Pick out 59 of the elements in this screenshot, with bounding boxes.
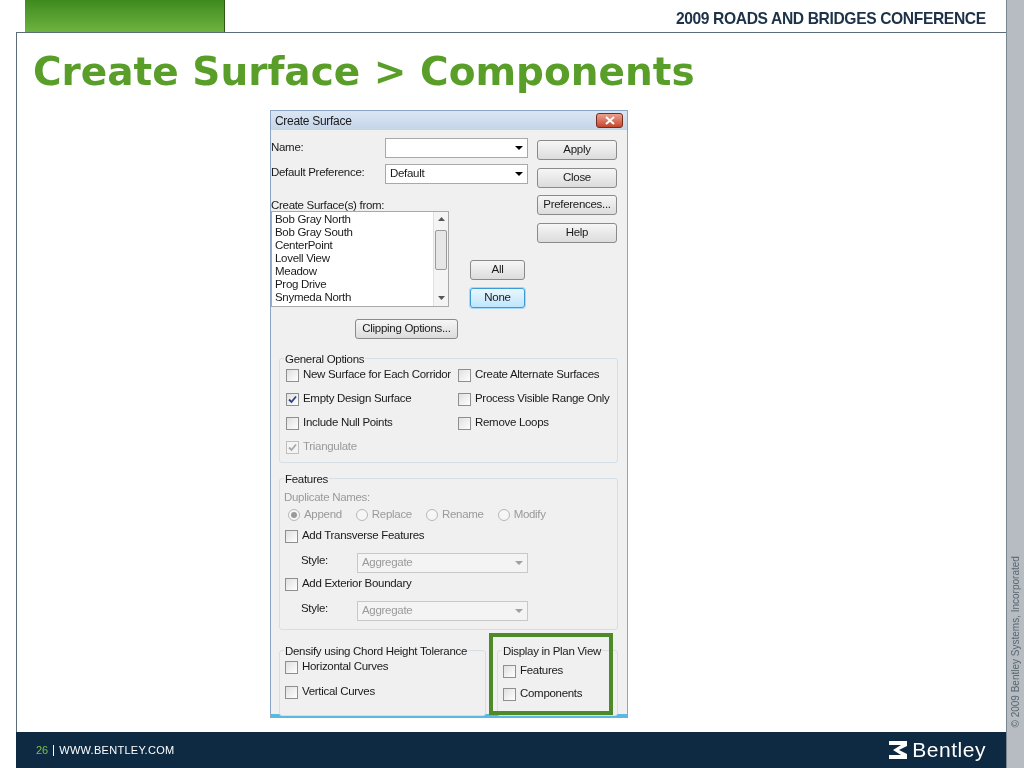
combo-value: Aggregate	[362, 603, 414, 619]
field-label: Name:	[271, 140, 304, 155]
checkbox-label: Triangulate	[303, 439, 357, 455]
list-item[interactable]: Lovell View	[275, 252, 433, 265]
dropdown-arrow-icon	[515, 146, 523, 150]
list-item[interactable]: CenterPoint	[275, 239, 433, 252]
field-label: Style:	[301, 553, 328, 568]
scroll-down-icon[interactable]	[438, 296, 445, 300]
scroll-up-icon[interactable]	[438, 217, 445, 221]
close-icon	[604, 116, 615, 125]
list-item[interactable]: Meadow	[275, 265, 433, 278]
dialog-button[interactable]: Close	[537, 168, 617, 188]
checkbox-label: New Surface for Each Corridor	[303, 367, 451, 383]
copyright-text: © 2009 Bentley Systems, Incorporated	[1008, 555, 1022, 728]
list-item[interactable]: Bob Gray South	[275, 226, 433, 239]
checkbox-label: Components	[520, 686, 583, 702]
checkbox-label: Features	[520, 663, 563, 679]
list-item[interactable]: Snymeda North	[275, 291, 433, 304]
field-label: Default Preference:	[271, 165, 365, 180]
combo-value: Aggregate	[362, 555, 414, 571]
checkbox-label: Add Transverse Features	[302, 528, 425, 544]
list-item[interactable]: Bob Gray North	[275, 213, 433, 226]
combo-value: Default	[390, 166, 426, 182]
conference-title: 2009 ROADS AND BRIDGES CONFERENCE	[676, 8, 986, 30]
dialog-button[interactable]: Preferences...	[537, 195, 617, 215]
close-button[interactable]	[596, 113, 623, 128]
radio-label: Append	[304, 507, 342, 522]
checkbox-label: Remove Loops	[475, 415, 549, 431]
page-number: 26	[36, 742, 49, 758]
clipping-options-button[interactable]: Clipping Options...	[355, 319, 458, 339]
checkbox-label: Include Null Points	[303, 415, 393, 431]
radio-label: Replace	[371, 507, 412, 522]
scrollbar[interactable]	[433, 212, 448, 306]
checkbox-label: Create Alternate Surfaces	[475, 367, 600, 383]
dialog-button[interactable]: Apply	[537, 140, 617, 160]
surface-list[interactable]: Bob Gray North Bob Gray South CenterPoint Lovell View Meadow Prog Drive Snymeda North	[271, 211, 449, 307]
list-item[interactable]: Prog Drive	[275, 278, 433, 291]
name-combo[interactable]	[385, 138, 528, 158]
logo-text: Bentley	[912, 737, 986, 764]
radio-label: Rename	[441, 507, 484, 522]
dropdown-arrow-icon	[515, 172, 523, 176]
dialog-button[interactable]: Help	[537, 223, 617, 243]
logo-icon	[888, 740, 909, 760]
window-title: Create Surface	[275, 112, 353, 130]
checkbox-label: Vertical Curves	[302, 684, 375, 700]
list-button[interactable]: None	[470, 288, 525, 308]
dropdown-arrow-icon	[515, 609, 523, 613]
checkbox-label: Add Exterior Boundary	[302, 576, 412, 592]
preference-combo[interactable]: Default	[385, 164, 528, 184]
list-button[interactable]: All	[470, 260, 525, 280]
slide-title: Create Surface > Components	[33, 52, 695, 91]
checkbox-label: Process Visible Range Only	[475, 391, 610, 407]
field-label: Duplicate Names:	[284, 490, 370, 505]
checkbox-label: Empty Design Surface	[303, 391, 412, 407]
dropdown-arrow-icon	[515, 561, 523, 565]
checkbox-label: Horizontal Curves	[302, 659, 389, 675]
list-label: Create Surface(s) from:	[271, 198, 385, 213]
field-label: Style:	[301, 601, 328, 616]
radio-label: Modify	[513, 507, 546, 522]
